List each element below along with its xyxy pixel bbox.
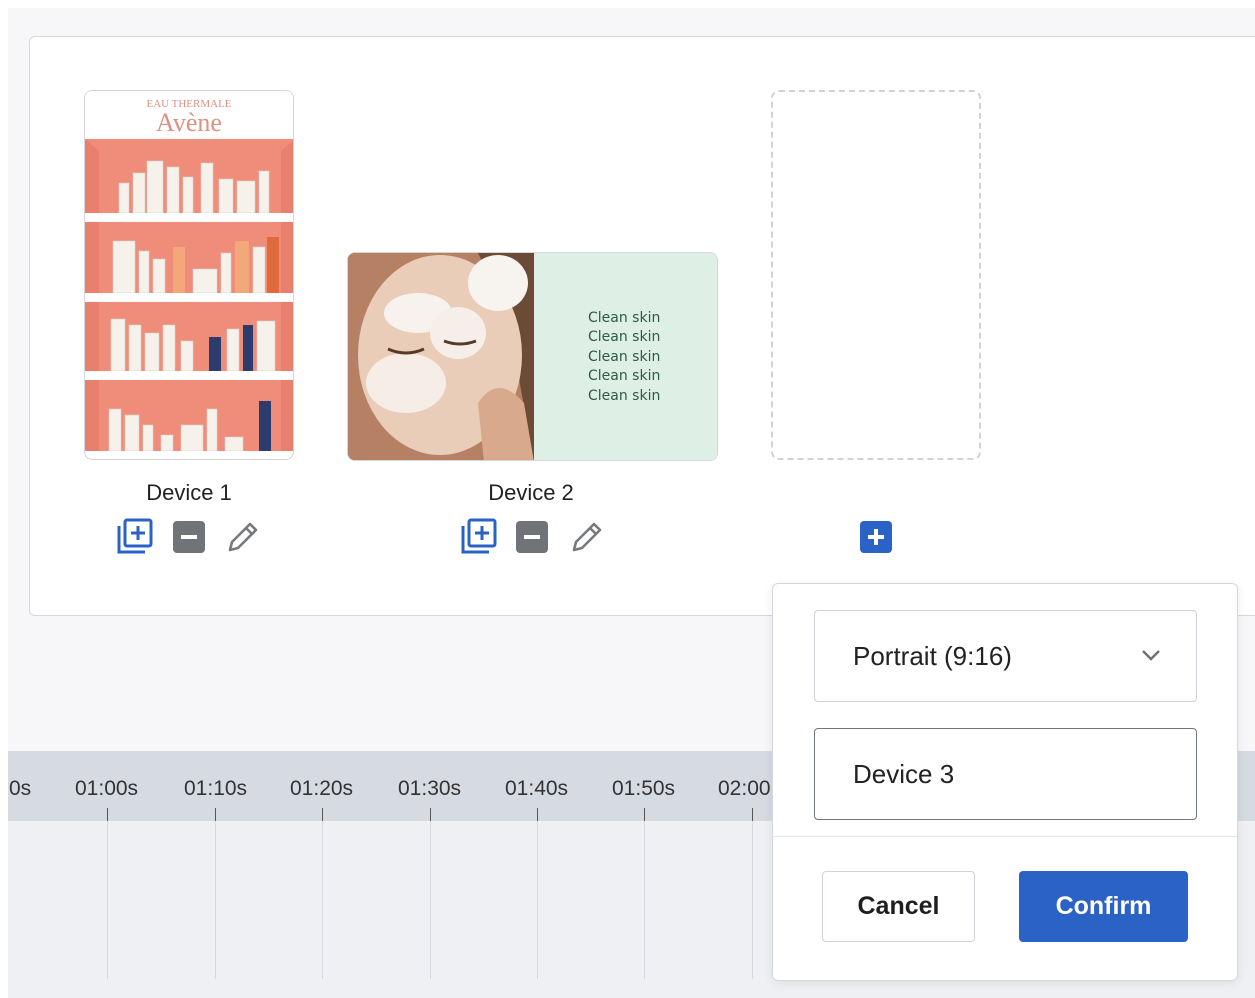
remove-device-2-icon[interactable] <box>515 520 549 554</box>
plus-icon <box>868 529 884 545</box>
chevron-down-icon <box>1142 650 1160 661</box>
tick-label: 01:30s <box>398 777 462 800</box>
grid-line <box>537 821 538 979</box>
brand-name-text: Avène <box>156 108 222 137</box>
remove-device-1-icon[interactable] <box>172 520 206 554</box>
new-device-placeholder <box>771 90 981 460</box>
duplicate-device-2-icon[interactable] <box>459 518 499 556</box>
tick-label: 0s <box>9 777 32 800</box>
device-2-label: Device 2 <box>488 480 574 505</box>
add-device-button[interactable] <box>860 521 892 553</box>
tick-mark <box>322 808 323 821</box>
add-device-popover: Portrait (9:16) Cancel Confirm <box>772 583 1238 981</box>
avene-shelf-image: EAU THERMALE Avène <box>85 91 293 459</box>
tick-mark <box>537 808 538 821</box>
cancel-button[interactable]: Cancel <box>822 871 975 942</box>
edit-device-2-icon[interactable] <box>568 518 606 556</box>
device-1-label: Device 1 <box>146 480 232 505</box>
grid-line <box>107 821 108 979</box>
tick-label: 01:10s <box>184 777 248 800</box>
tick-label: 01:20s <box>290 777 354 800</box>
clean-skin-image: Clean skin Clean skin Clean skin Clean s… <box>348 253 717 460</box>
grid-line <box>322 821 323 979</box>
tick-mark <box>752 808 753 821</box>
duplicate-device-1-icon[interactable] <box>115 518 155 556</box>
grid-line <box>752 821 753 979</box>
edit-device-1-icon[interactable] <box>224 518 262 556</box>
promo-line-3: Clean skin <box>588 349 660 365</box>
promo-line-5: Clean skin <box>588 388 660 404</box>
tick-mark <box>644 808 645 821</box>
orientation-select-value: Portrait (9:16) <box>853 641 1012 671</box>
tick-mark <box>107 808 108 821</box>
device-name-input[interactable] <box>814 728 1197 820</box>
promo-line-2: Clean skin <box>588 329 660 345</box>
tick-label: 01:40s <box>505 777 569 800</box>
tick-mark <box>215 808 216 821</box>
tick-mark <box>430 808 431 821</box>
device-2-preview[interactable]: Clean skin Clean skin Clean skin Clean s… <box>347 252 718 461</box>
device-1-preview[interactable]: EAU THERMALE Avène <box>84 90 294 460</box>
tick-label: 01:00s <box>75 777 139 800</box>
tick-label: 02:00 <box>718 777 771 800</box>
popover-divider <box>773 836 1237 837</box>
promo-line-4: Clean skin <box>588 368 660 384</box>
grid-line <box>215 821 216 979</box>
confirm-button[interactable]: Confirm <box>1019 871 1188 942</box>
orientation-select[interactable]: Portrait (9:16) <box>814 610 1197 702</box>
grid-line <box>430 821 431 979</box>
grid-line <box>644 821 645 979</box>
promo-line-1: Clean skin <box>588 310 660 326</box>
tick-label: 01:50s <box>612 777 676 800</box>
